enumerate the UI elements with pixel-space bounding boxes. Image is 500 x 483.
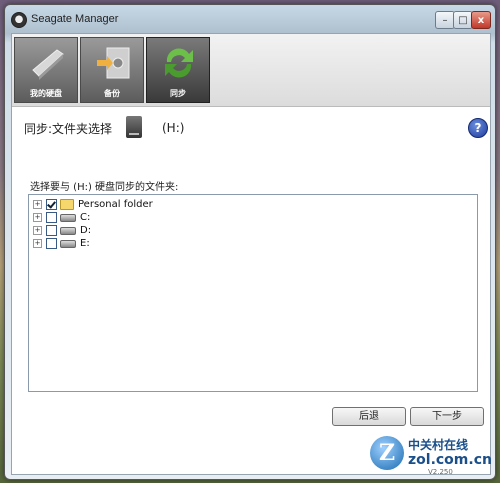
tree-item-drive-d[interactable]: + D: [33,224,91,237]
maximize-button[interactable]: □ [453,11,473,29]
hard-drive-icon [32,49,64,80]
tree-item-drive-e[interactable]: + E: [33,237,90,250]
watermark-domain: zol.com.cn [408,452,492,468]
folder-select-prompt: 选择要与 (H:) 硬盘同步的文件夹: [30,182,179,193]
expand-icon[interactable]: + [33,200,42,209]
watermark-cn-name: 中关村在线 [408,438,469,452]
drive-icon [60,226,76,235]
page-title: 同步:文件夹选择 [24,122,113,136]
drive-c-checkbox[interactable] [46,212,57,223]
main-toolbar: 我的硬盘 备份 同步 [12,34,490,107]
window-title: Seagate Manager [31,13,119,25]
drive-icon [60,239,76,248]
personal-folder-checkbox[interactable] [46,199,57,210]
drive-icon [60,213,76,222]
tree-item-label: C: [80,212,91,223]
expand-icon[interactable]: + [33,213,42,222]
toolbar-backup-label: 备份 [104,89,120,98]
safe-backup-icon [97,47,130,79]
expand-icon[interactable]: + [33,239,42,248]
tree-item-label: E: [80,238,90,249]
tree-item-label: D: [80,225,92,236]
title-bar[interactable]: Seagate Manager – □ x [5,5,495,33]
next-button[interactable]: 下一步 [410,407,484,426]
seagate-logo-icon [11,12,27,28]
folder-tree[interactable]: + Personal folder + C: + D: + E: [28,194,478,392]
tree-item-personal-folder[interactable]: + Personal folder [33,198,153,211]
version-label: V2.250 [428,468,453,476]
expand-icon[interactable]: + [33,226,42,235]
client-area: 我的硬盘 备份 同步 同步:文件夹选择 (H:) ? 选择要与 (H:) 硬盘同… [11,33,492,476]
drive-letter: (H:) [162,121,185,135]
app-window: Seagate Manager – □ x 我的硬盘 备份 同步 同步:文件夹选… [4,4,496,480]
tree-item-drive-c[interactable]: + C: [33,211,90,224]
zol-watermark: Z 中关村在线 zol.com.cn V2.250 [370,434,492,476]
toolbar-my-drive-label: 我的硬盘 [30,89,62,98]
back-button[interactable]: 后退 [332,407,406,426]
tree-item-label: Personal folder [78,199,153,210]
drive-d-checkbox[interactable] [46,225,57,236]
zol-logo-icon: Z [370,436,404,470]
toolbar-sync-button[interactable]: 同步 [146,37,210,103]
folder-icon [60,199,74,210]
toolbar-backup-button[interactable]: 备份 [80,37,144,103]
toolbar-sync-label: 同步 [170,89,186,98]
minimize-button[interactable]: – [435,11,455,29]
sync-arrows-icon [165,48,193,78]
external-drive-icon [126,116,142,138]
help-icon[interactable]: ? [468,118,488,138]
toolbar-my-drive-button[interactable]: 我的硬盘 [14,37,78,103]
close-button[interactable]: x [471,11,491,29]
drive-e-checkbox[interactable] [46,238,57,249]
